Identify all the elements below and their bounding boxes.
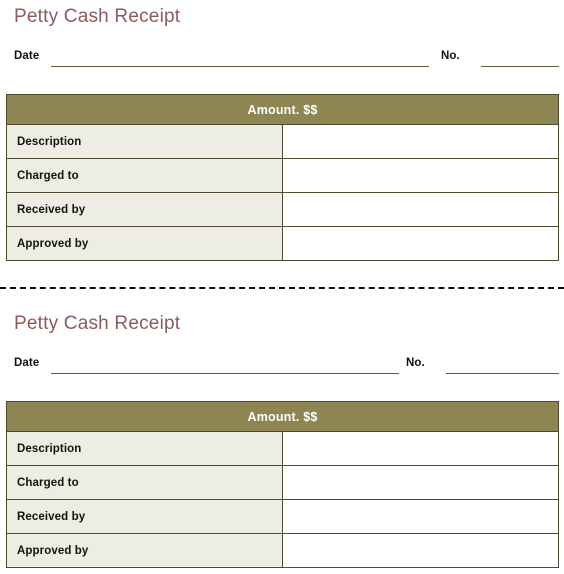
number-label: No. <box>406 357 425 369</box>
table-row: Description <box>6 124 559 159</box>
row-label-description: Description <box>6 124 283 159</box>
petty-cash-receipt-page: Petty Cash Receipt Date No. Amount. $$ D… <box>0 0 564 574</box>
receipt-meta-row-2: Date No. <box>0 357 564 379</box>
number-input-line[interactable] <box>481 66 559 67</box>
table-header-row: Amount. $$ <box>6 401 559 432</box>
table-row: Description <box>6 431 559 466</box>
number-input-line[interactable] <box>446 373 559 374</box>
page-title: Petty Cash Receipt <box>14 313 181 334</box>
table-row: Received by <box>6 192 559 227</box>
row-value-charged-to[interactable] <box>282 465 559 500</box>
table-row: Received by <box>6 499 559 534</box>
row-value-approved-by[interactable] <box>282 226 559 261</box>
row-value-received-by[interactable] <box>282 192 559 227</box>
row-label-approved-by: Approved by <box>6 533 283 568</box>
row-label-charged-to: Charged to <box>6 465 283 500</box>
row-value-charged-to[interactable] <box>282 158 559 193</box>
table-header-row: Amount. $$ <box>6 94 559 125</box>
row-value-received-by[interactable] <box>282 499 559 534</box>
row-value-description[interactable] <box>282 124 559 159</box>
row-label-received-by: Received by <box>6 192 283 227</box>
date-label: Date <box>14 357 40 369</box>
amount-header-cell: Amount. $$ <box>6 401 559 432</box>
page-title: Petty Cash Receipt <box>14 6 181 27</box>
row-label-approved-by: Approved by <box>6 226 283 261</box>
table-row: Charged to <box>6 465 559 500</box>
table-row: Approved by <box>6 226 559 261</box>
table-row: Charged to <box>6 158 559 193</box>
receipt-table-1: Amount. $$ Description Charged to Receiv… <box>6 94 559 261</box>
table-row: Approved by <box>6 533 559 568</box>
date-label: Date <box>14 50 40 62</box>
row-label-description: Description <box>6 431 283 466</box>
number-label: No. <box>441 50 460 62</box>
amount-header-cell: Amount. $$ <box>6 94 559 125</box>
row-label-charged-to: Charged to <box>6 158 283 193</box>
row-value-approved-by[interactable] <box>282 533 559 568</box>
date-input-line[interactable] <box>51 373 399 374</box>
date-input-line[interactable] <box>51 66 429 67</box>
receipt-table-2: Amount. $$ Description Charged to Receiv… <box>6 401 559 568</box>
row-value-description[interactable] <box>282 431 559 466</box>
receipt-meta-row-1: Date No. <box>0 50 564 72</box>
row-label-received-by: Received by <box>6 499 283 534</box>
cut-here-dashed-line <box>0 287 564 289</box>
